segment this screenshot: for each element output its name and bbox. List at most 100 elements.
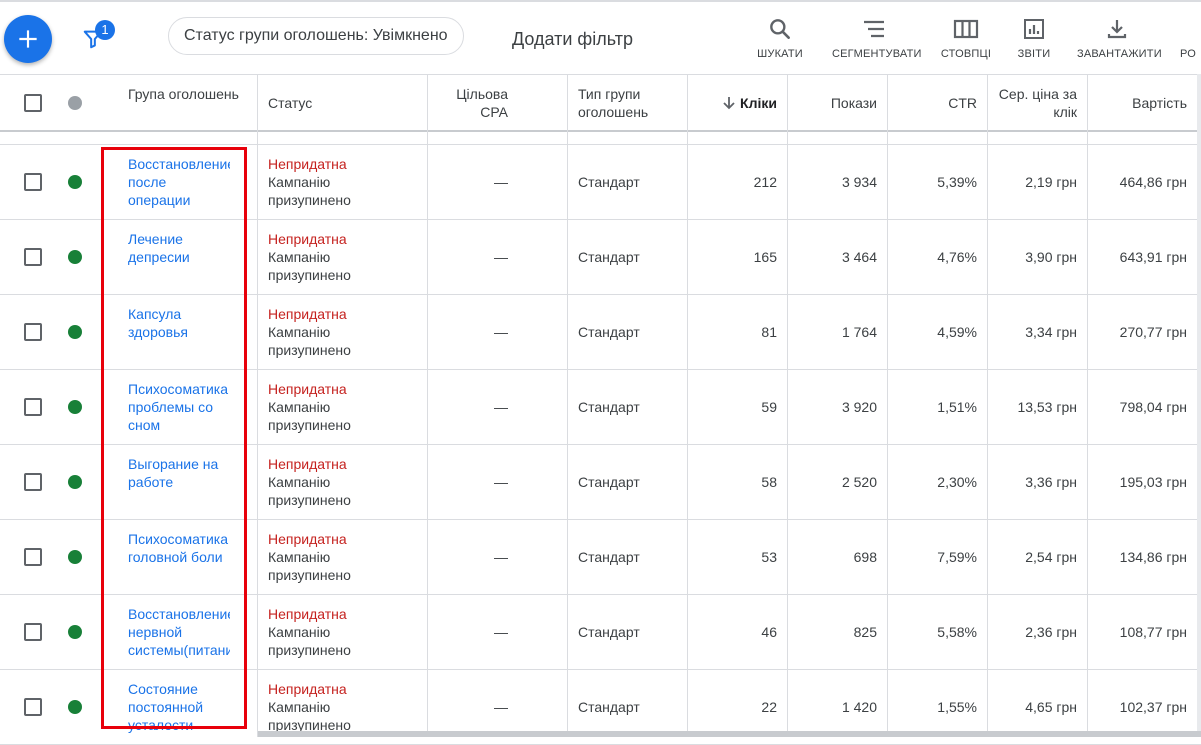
search-icon <box>770 19 790 39</box>
row-checkbox[interactable] <box>24 323 42 341</box>
ad-group-type-value: Стандарт <box>578 324 640 340</box>
target-cpa-value: — <box>494 474 508 490</box>
status-reason: Кампанію призупинено <box>268 324 351 358</box>
row-checkbox[interactable] <box>24 473 42 491</box>
cost-value: 195,03 грн <box>1119 474 1187 490</box>
expand-button[interactable]: РО <box>1180 14 1201 60</box>
status-header-dot <box>68 96 82 110</box>
filter-count-badge: 1 <box>95 20 115 40</box>
ctr-value: 4,59% <box>937 324 977 340</box>
add-filter-button[interactable]: Додати фільтр <box>512 29 633 50</box>
target-cpa-value: — <box>494 399 508 415</box>
status-reason: Кампанію призупинено <box>268 174 351 208</box>
add-button[interactable] <box>4 15 52 63</box>
select-all-checkbox[interactable] <box>24 94 42 112</box>
col-clicks[interactable]: Кліки <box>690 75 777 131</box>
avg-cpc-value: 2,36 грн <box>1025 624 1077 640</box>
row-checkbox[interactable] <box>24 398 42 416</box>
row-checkbox[interactable] <box>24 623 42 641</box>
row-checkbox[interactable] <box>24 248 42 266</box>
enabled-status-dot <box>68 175 82 189</box>
reports-button[interactable]: ЗВІТИ <box>1014 14 1054 60</box>
horizontal-scrollbar[interactable] <box>258 731 1201 737</box>
col-clicks-label: Кліки <box>740 95 777 111</box>
col-ctr[interactable]: CTR <box>890 75 977 131</box>
download-button[interactable]: ЗАВАНТАЖИТИ <box>1077 14 1162 60</box>
enabled-status-dot <box>68 475 82 489</box>
target-cpa-value: — <box>494 324 508 340</box>
columns-button[interactable]: СТОВПЦІ <box>939 14 993 60</box>
cost-value: 270,77 грн <box>1119 324 1187 340</box>
row-checkbox[interactable] <box>24 548 42 566</box>
status-ineligible[interactable]: Непридатна <box>268 380 423 398</box>
cost-value: 108,77 грн <box>1119 624 1187 640</box>
avg-cpc-value: 3,90 грн <box>1025 249 1077 265</box>
status-reason: Кампанію призупинено <box>268 699 351 733</box>
col-impressions[interactable]: Покази <box>790 75 877 131</box>
plus-icon <box>19 30 37 48</box>
table-spacer <box>0 132 1201 145</box>
column-divider <box>427 74 428 737</box>
status-ineligible[interactable]: Непридатна <box>268 680 423 698</box>
column-divider <box>787 74 788 737</box>
col-target-cpa[interactable]: Цільова CPA <box>430 75 508 131</box>
ad-group-type-value: Стандарт <box>578 174 640 190</box>
column-divider <box>257 74 258 737</box>
column-divider <box>987 74 988 737</box>
enabled-status-dot <box>68 325 82 339</box>
table-header: Група оголошень Статус Цільова CPA Тип г… <box>0 74 1201 132</box>
avg-cpc-value: 13,53 грн <box>1017 399 1077 415</box>
status-ineligible[interactable]: Непридатна <box>268 605 423 623</box>
status-reason: Кампанію призупинено <box>268 249 351 283</box>
segment-label: СЕГМЕНТУВАТИ <box>832 48 922 60</box>
search-label: ШУКАТИ <box>757 48 803 60</box>
impressions-value: 3 920 <box>841 399 877 415</box>
cost-value: 464,86 грн <box>1119 174 1187 190</box>
toolbar: 1 Статус групи оголошень: Увімкнено Дода… <box>0 2 1201 74</box>
impressions-value: 1 764 <box>841 324 877 340</box>
ad-group-type-value: Стандарт <box>578 549 640 565</box>
col-cost[interactable]: Вартість <box>1090 75 1187 131</box>
ctr-value: 4,76% <box>937 249 977 265</box>
status-cell: Непридатна Кампанію призупинено <box>268 520 423 594</box>
clicks-value: 59 <box>761 399 777 415</box>
col-ad-group[interactable]: Група оголошень <box>128 75 253 131</box>
status-reason: Кампанію призупинено <box>268 624 351 658</box>
reports-icon <box>1024 19 1044 39</box>
impressions-value: 698 <box>853 549 877 565</box>
col-avg-cpc[interactable]: Сер. ціна за клік <box>990 75 1077 131</box>
right-scroll-shadow <box>1197 74 1201 737</box>
arrow-down-icon <box>723 97 735 110</box>
segment-button[interactable]: СЕГМЕНТУВАТИ <box>832 14 922 60</box>
ctr-value: 7,59% <box>937 549 977 565</box>
status-cell: Непридатна Кампанію призупинено <box>268 445 423 519</box>
status-reason: Кампанію призупинено <box>268 549 351 583</box>
enabled-status-dot <box>68 400 82 414</box>
status-cell: Непридатна Кампанію призупинено <box>268 370 423 444</box>
status-ineligible[interactable]: Непридатна <box>268 530 423 548</box>
status-ineligible[interactable]: Непридатна <box>268 455 423 473</box>
impressions-value: 3 464 <box>841 249 877 265</box>
status-reason: Кампанію призупинено <box>268 474 351 508</box>
status-ineligible[interactable]: Непридатна <box>268 155 423 173</box>
ctr-value: 5,39% <box>937 174 977 190</box>
col-ad-group-type[interactable]: Тип групи оголошень <box>578 75 683 131</box>
avg-cpc-value: 3,36 грн <box>1025 474 1077 490</box>
status-ineligible[interactable]: Непридатна <box>268 305 423 323</box>
row-checkbox[interactable] <box>24 173 42 191</box>
avg-cpc-value: 3,34 грн <box>1025 324 1077 340</box>
ad-group-type-value: Стандарт <box>578 249 640 265</box>
status-filter-chip[interactable]: Статус групи оголошень: Увімкнено <box>168 17 464 55</box>
clicks-value: 58 <box>761 474 777 490</box>
filter-button[interactable]: 1 <box>80 20 115 54</box>
enabled-status-dot <box>68 250 82 264</box>
status-ineligible[interactable]: Непридатна <box>268 230 423 248</box>
impressions-value: 825 <box>853 624 877 640</box>
download-label: ЗАВАНТАЖИТИ <box>1077 48 1162 60</box>
row-checkbox[interactable] <box>24 698 42 716</box>
column-divider <box>1087 74 1088 737</box>
highlight-box <box>101 147 247 729</box>
column-divider <box>687 74 688 737</box>
col-status[interactable]: Статус <box>268 75 418 131</box>
search-button[interactable]: ШУКАТИ <box>752 14 808 60</box>
